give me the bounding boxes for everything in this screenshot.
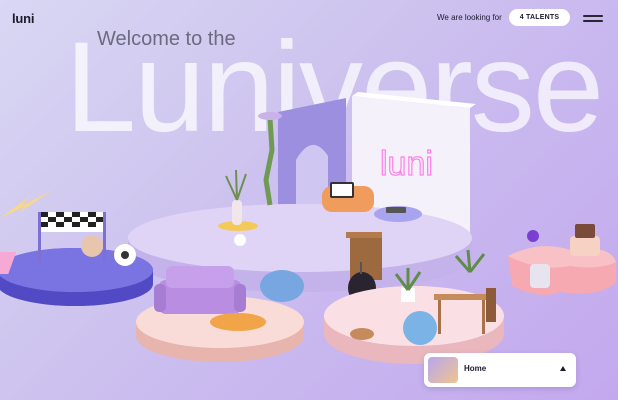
bean-bag: [260, 270, 304, 302]
basketball-platform: [0, 212, 153, 306]
exercise-ball: [403, 311, 437, 345]
bowl: [350, 328, 374, 340]
neon-sign: luni: [380, 145, 433, 183]
caret-up-icon[interactable]: [560, 366, 566, 371]
coffee-table: [210, 313, 266, 331]
ball: [81, 235, 103, 257]
nav-current-label: Home: [464, 364, 487, 373]
3d-scene: luni: [0, 92, 616, 364]
cake-platform: [508, 224, 616, 295]
armchair: [322, 182, 374, 212]
nav-dropdown[interactable]: Home: [424, 353, 576, 387]
nav-thumbnail: [428, 357, 458, 383]
sofa: [154, 266, 246, 314]
